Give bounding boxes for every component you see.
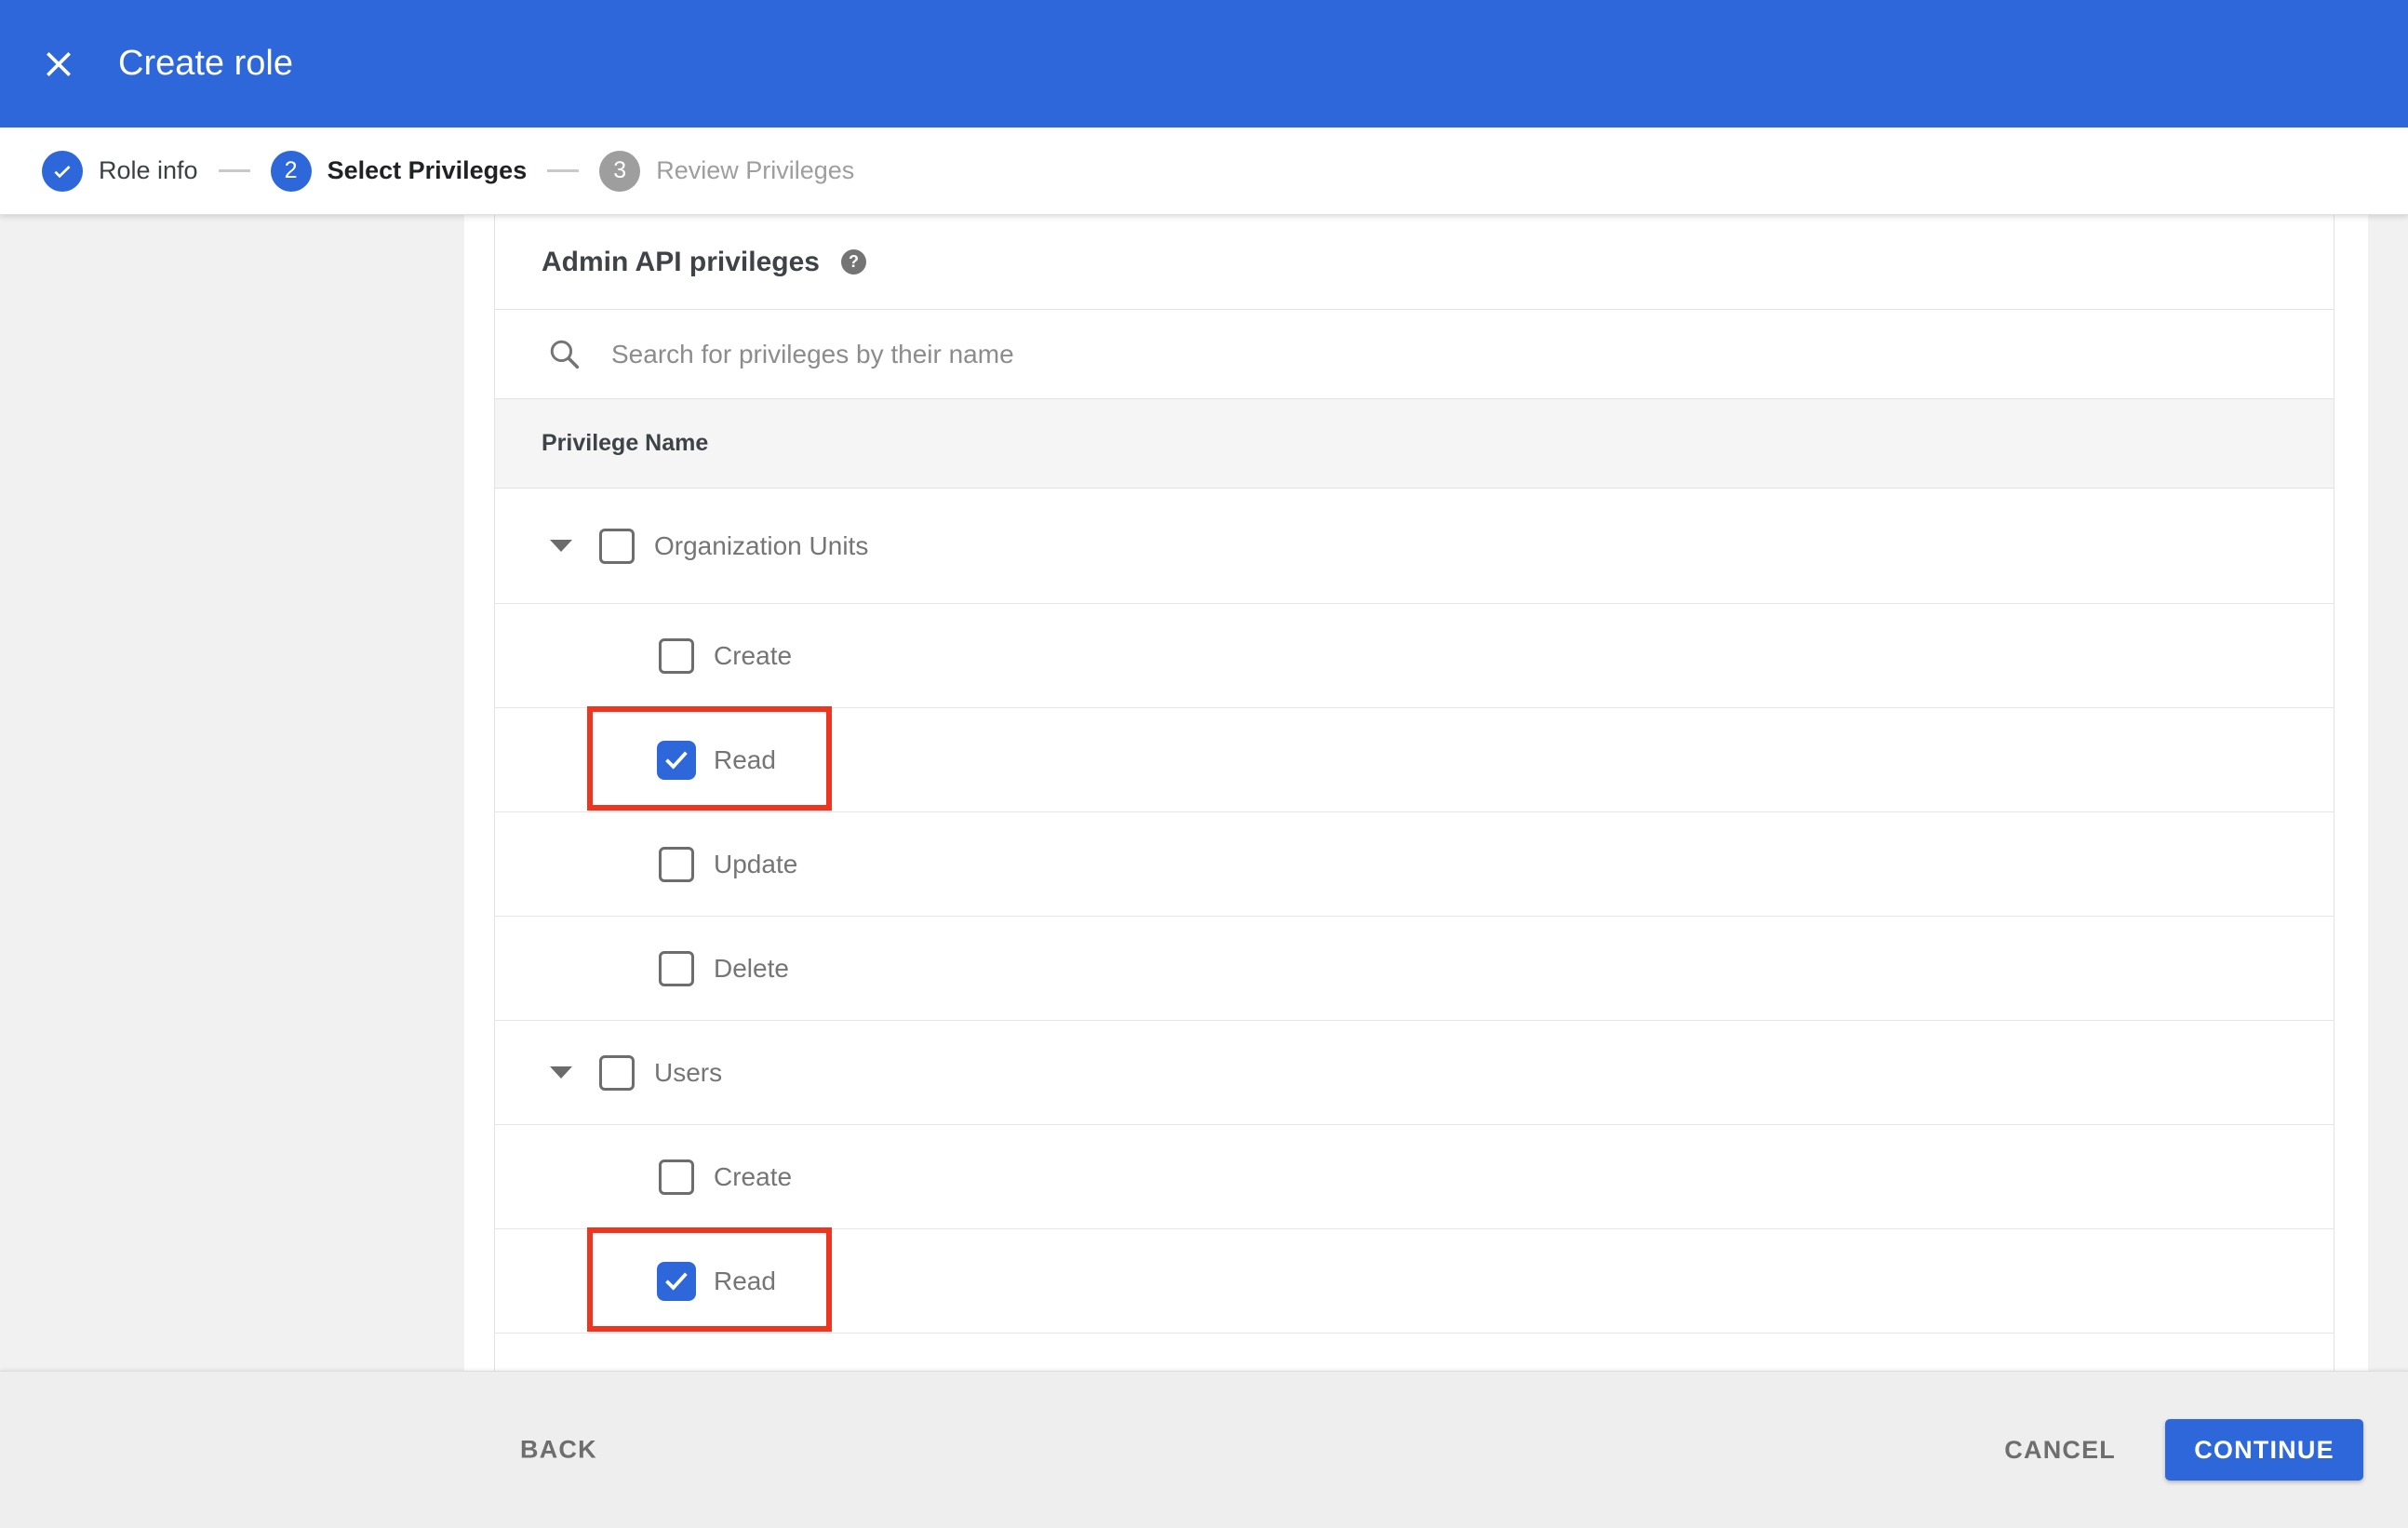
annotation-highlight-box (587, 706, 832, 811)
checkbox-cell (594, 528, 640, 564)
step-separator (547, 169, 580, 172)
step-review-privileges[interactable]: 3 Review Privileges (599, 150, 855, 192)
privilege-row: Delete (495, 917, 2334, 1021)
checkbox-unchecked[interactable] (659, 1159, 694, 1195)
privilege-label: Create (714, 1161, 793, 1191)
step-role-info-label: Role info (99, 156, 198, 184)
back-button[interactable]: BACK (520, 1436, 597, 1465)
checkbox-cell (653, 846, 700, 882)
step-select-privileges[interactable]: 2 Select Privileges (270, 150, 528, 192)
search-icon (550, 340, 580, 369)
checkbox-cell (594, 1054, 640, 1091)
stepper: Role info 2 Select Privileges 3 Review P… (0, 127, 2408, 215)
cancel-button[interactable]: CANCEL (2004, 1436, 2116, 1465)
column-header-label: Privilege Name (542, 430, 709, 456)
checkbox-unchecked[interactable] (659, 846, 694, 882)
checkbox-checked[interactable] (657, 1261, 696, 1301)
step-select-privileges-label: Select Privileges (327, 156, 528, 184)
search-bar (495, 310, 2334, 399)
checkmark-icon (665, 1271, 688, 1291)
step-role-info[interactable]: Role info (42, 150, 198, 192)
checkbox-cell (653, 740, 700, 780)
continue-button[interactable]: CONTINUE (2165, 1419, 2363, 1481)
checkbox-cell (653, 1159, 700, 1195)
section-title: Admin API privileges (542, 246, 820, 277)
checkbox-unchecked[interactable] (599, 528, 635, 564)
privilege-row: Create (495, 604, 2334, 708)
dialog-header: Create role (0, 0, 2408, 127)
privilege-row: Create (495, 1125, 2334, 1229)
checkmark-icon (665, 750, 688, 770)
content-card: Admin API privileges ? Privilege Name Or… (464, 215, 2368, 1371)
checkbox-unchecked[interactable] (599, 1054, 635, 1091)
privilege-label: Delete (714, 953, 789, 983)
checkbox-unchecked[interactable] (659, 637, 694, 674)
privilege-group-label: Organization Units (654, 530, 869, 560)
collapse-arrow-icon[interactable] (550, 540, 572, 552)
checkbox-cell (653, 950, 700, 986)
checkbox-cell (653, 1261, 700, 1301)
privilege-label: Update (714, 849, 798, 878)
help-icon[interactable]: ? (840, 249, 866, 275)
checkbox-checked[interactable] (657, 740, 696, 780)
dialog-footer: BACK CANCEL CONTINUE (0, 1371, 2408, 1528)
privilege-label: Create (714, 640, 793, 670)
step-3-circle: 3 (599, 150, 641, 192)
step-separator (218, 169, 250, 172)
privilege-label: Read (714, 1266, 776, 1295)
privilege-group-row: Organization Units (495, 489, 2334, 604)
search-input[interactable] (609, 338, 1726, 370)
checkbox-cell (653, 637, 700, 674)
section-header: Admin API privileges ? (495, 215, 2334, 310)
privilege-row: Read (495, 1227, 2334, 1334)
annotation-highlight-box (587, 1227, 832, 1332)
step-completed-check-icon (42, 150, 83, 192)
privilege-row: Update (495, 812, 2334, 917)
privilege-group-row: Users (495, 1021, 2334, 1125)
partial-row (495, 1334, 2334, 1371)
collapse-arrow-icon[interactable] (550, 1066, 572, 1079)
dialog-title: Create role (118, 44, 293, 83)
step-2-circle: 2 (270, 150, 312, 192)
privilege-row: Read (495, 706, 2334, 812)
close-icon[interactable] (42, 47, 75, 81)
privilege-label: Read (714, 744, 776, 774)
checkbox-unchecked[interactable] (659, 950, 694, 986)
step-review-privileges-label: Review Privileges (656, 156, 855, 184)
footer-actions: CANCEL CONTINUE (2004, 1419, 2363, 1481)
privilege-table-body: Organization Units Create Read Update Delete… (495, 489, 2334, 1371)
privileges-panel: Admin API privileges ? Privilege Name Or… (494, 215, 2334, 1371)
column-header-row: Privilege Name (495, 399, 2334, 489)
privilege-group-label: Users (654, 1057, 723, 1087)
